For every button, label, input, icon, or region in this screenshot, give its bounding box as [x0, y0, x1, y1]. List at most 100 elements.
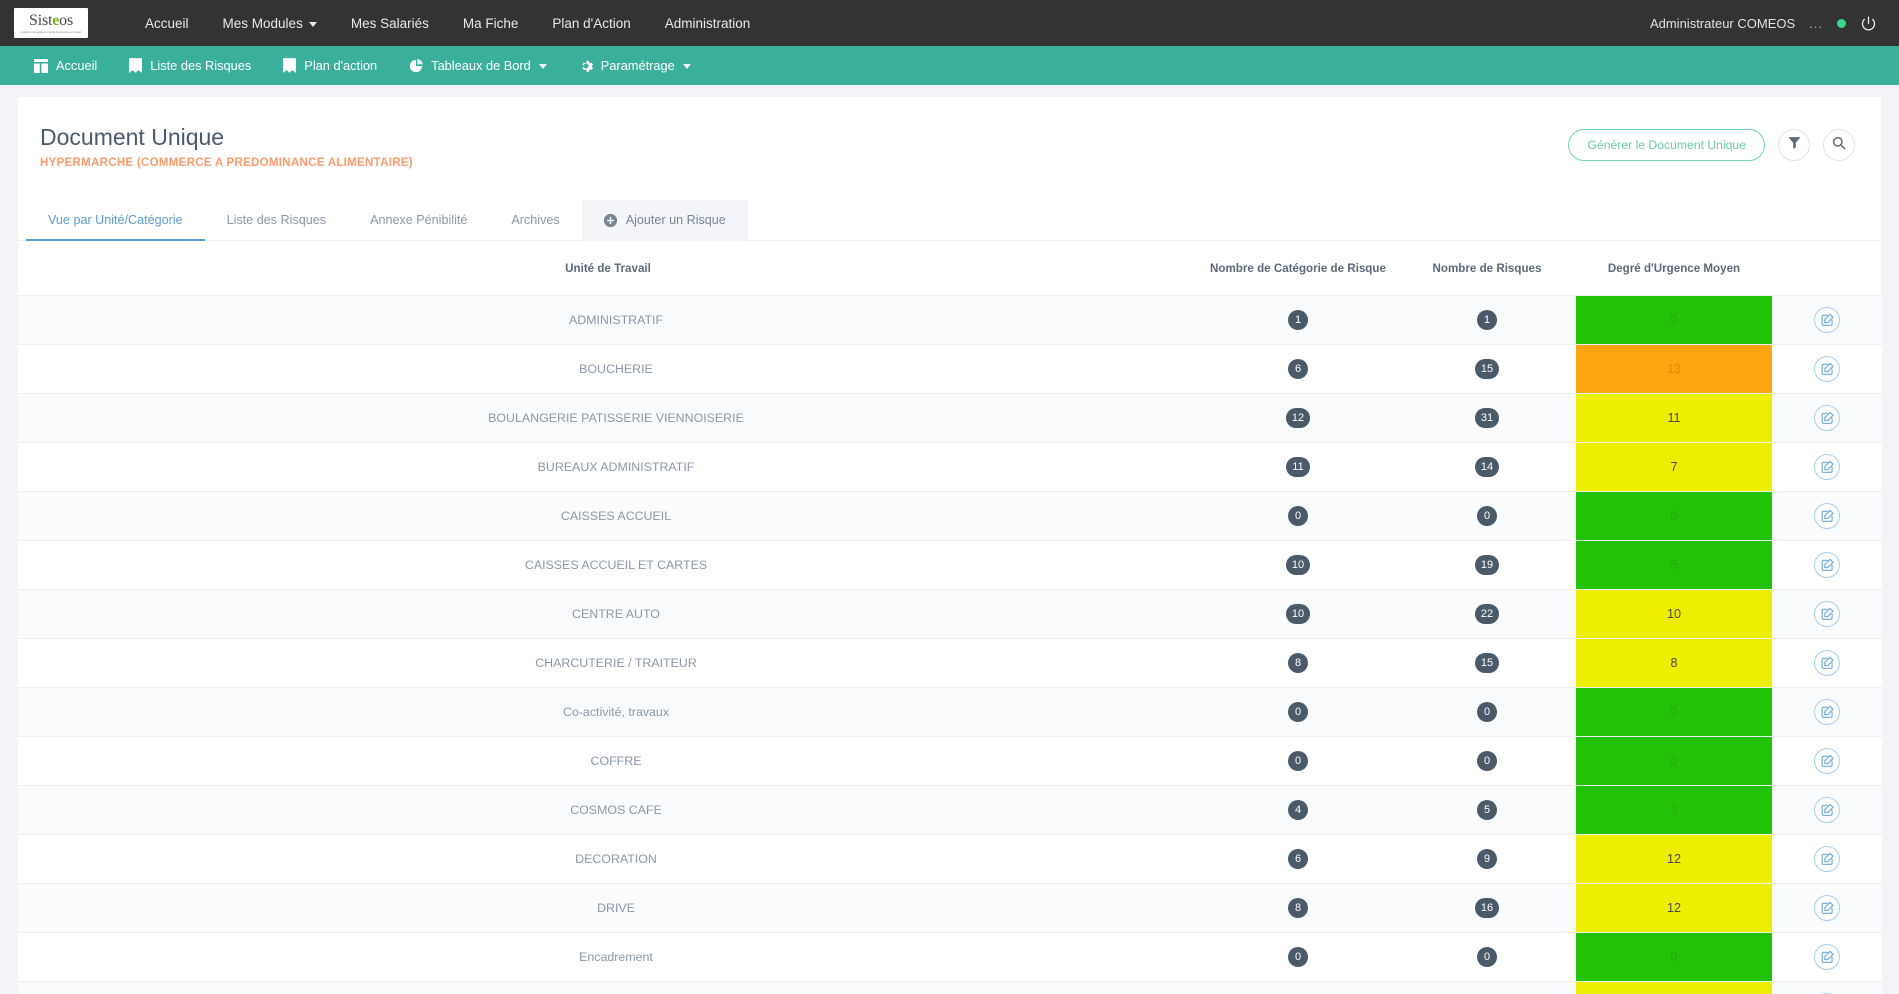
top-bar: Sisteos solution management sante & secu… [0, 0, 1899, 46]
search-button[interactable] [1823, 129, 1855, 161]
cell-actions [1772, 295, 1882, 345]
edit-square-icon[interactable] [1814, 404, 1840, 431]
home-grid-icon [34, 58, 48, 73]
nav-item-accueil[interactable]: Accueil [128, 10, 206, 37]
category-count-badge: 0 [1288, 947, 1308, 967]
risk-count-badge: 16 [1474, 898, 1500, 918]
table-row[interactable]: BOULANGERIE PATISSERIE VIENNOISERIE 12 31 1… [18, 393, 1882, 443]
table-row[interactable]: COFFRE 0 0 0 [18, 736, 1882, 786]
tab-ajouter-un-risque[interactable]: Ajouter un Risque [581, 199, 748, 241]
cell-unit-name: ADMINISTRATIF [18, 295, 1198, 345]
nav-item-mes-salaries[interactable]: Mes Salariés [334, 10, 446, 37]
table-row[interactable]: DECORATION 6 9 12 [18, 834, 1882, 884]
book-icon [283, 58, 297, 73]
column-header-unit: Unité de Travail [18, 240, 1198, 296]
cell-degree: 12 [1576, 834, 1772, 884]
cell-category-count: 1 [1198, 295, 1398, 345]
generate-document-button[interactable]: Générer le Document Unique [1568, 129, 1765, 161]
category-count-badge: 0 [1288, 506, 1308, 526]
degree-value: 0 [1576, 736, 1772, 785]
degree-value: 0 [1576, 295, 1772, 344]
cell-degree: 12 [1576, 981, 1772, 994]
category-count-badge: 8 [1288, 898, 1308, 918]
cell-degree: 10 [1576, 589, 1772, 639]
table-row[interactable]: ADMINISTRATIF 1 1 0 [18, 295, 1882, 345]
table-row[interactable]: DRIVE 8 16 12 [18, 883, 1882, 933]
subnav-item-parametrage[interactable]: Paramétrage [563, 52, 707, 79]
nav-item-plan-daction[interactable]: Plan d'Action [535, 10, 647, 37]
page-actions: Générer le Document Unique [1568, 123, 1855, 161]
cell-risk-count: 0 [1398, 932, 1576, 982]
tab-archives[interactable]: Archives [489, 200, 581, 241]
tab-annexe-penibilite[interactable]: Annexe Pénibilité [348, 200, 489, 241]
edit-square-icon[interactable] [1814, 600, 1840, 627]
edit-square-icon[interactable] [1814, 943, 1840, 970]
table-row[interactable]: Co-activité, travaux 0 0 0 [18, 687, 1882, 737]
nav-item-mes-modules[interactable]: Mes Modules [206, 10, 334, 37]
table-row[interactable]: Encadrement 0 0 0 [18, 932, 1882, 982]
app-logo[interactable]: Sisteos solution management sante & secu… [14, 8, 88, 38]
cell-category-count: 12 [1198, 393, 1398, 443]
cell-actions [1772, 785, 1882, 835]
table-row[interactable]: CAISSES ACCUEIL ET CARTES 10 19 5 [18, 540, 1882, 590]
edit-square-icon[interactable] [1814, 551, 1840, 578]
cell-category-count: 6 [1198, 344, 1398, 394]
cell-actions [1772, 736, 1882, 786]
subnav-item-accueil[interactable]: Accueil [18, 52, 113, 79]
edit-square-icon[interactable] [1814, 649, 1840, 676]
subnav-item-liste-des-risques[interactable]: Liste des Risques [113, 52, 267, 79]
logo-tagline: solution management sante & securite au … [20, 30, 82, 34]
tab-vue-par-unite-categorie[interactable]: Vue par Unité/Catégorie [26, 200, 205, 241]
nav-item-administration[interactable]: Administration [648, 10, 768, 37]
cell-unit-name: CAISSES ACCUEIL [18, 491, 1198, 541]
table-row[interactable]: BOUCHERIE 6 15 13 [18, 344, 1882, 394]
nav-label: Ma Fiche [462, 15, 519, 31]
cell-risk-count: 15 [1398, 344, 1576, 394]
edit-square-icon[interactable] [1814, 306, 1840, 333]
cell-category-count: 10 [1198, 540, 1398, 590]
primary-nav: Accueil Mes Modules Mes Salariés Ma Fich… [128, 10, 767, 37]
cell-degree: 0 [1576, 491, 1772, 541]
cell-category-count: 10 [1198, 589, 1398, 639]
nav-item-ma-fiche[interactable]: Ma Fiche [446, 10, 536, 37]
tab-liste-des-risques[interactable]: Liste des Risques [205, 200, 348, 241]
page-title: Document Unique [40, 124, 225, 150]
edit-square-icon[interactable] [1814, 502, 1840, 529]
edit-square-icon[interactable] [1814, 894, 1840, 921]
category-count-badge: 0 [1288, 702, 1308, 722]
edit-square-icon[interactable] [1814, 845, 1840, 872]
degree-value: 0 [1576, 687, 1772, 736]
table-row[interactable]: BUREAUX ADMINISTRATIF 11 14 7 [18, 442, 1882, 492]
edit-square-icon[interactable] [1814, 796, 1840, 823]
table-row[interactable]: CAISSES ACCUEIL 0 0 0 [18, 491, 1882, 541]
table-row[interactable]: FROMAGE COUPE51012 [18, 981, 1882, 994]
secondary-nav: Accueil Liste des Risques Plan d'action … [0, 46, 1899, 85]
online-status-indicator [1837, 18, 1846, 28]
cell-actions [1772, 932, 1882, 982]
cell-category-count: 5 [1198, 981, 1398, 994]
table-row[interactable]: CENTRE AUTO 10 22 10 [18, 589, 1882, 639]
subnav-item-tableaux-de-bord[interactable]: Tableaux de Bord [393, 52, 563, 79]
edit-square-icon[interactable] [1814, 747, 1840, 774]
degree-value: 12 [1576, 981, 1772, 994]
subnav-item-plan-daction[interactable]: Plan d'action [267, 52, 393, 79]
cell-category-count: 0 [1198, 491, 1398, 541]
cell-unit-name: CENTRE AUTO [18, 589, 1198, 639]
cell-risk-count: 0 [1398, 491, 1576, 541]
filter-button[interactable] [1778, 129, 1810, 161]
category-count-badge: 8 [1288, 653, 1308, 673]
cell-unit-name: Co-activité, travaux [18, 687, 1198, 737]
cell-degree: 11 [1576, 393, 1772, 443]
table-row[interactable]: CHARCUTERIE / TRAITEUR 8 15 8 [18, 638, 1882, 688]
cell-risk-count: 1 [1398, 295, 1576, 345]
power-icon[interactable] [1860, 15, 1877, 32]
edit-square-icon[interactable] [1814, 355, 1840, 382]
degree-value: 10 [1576, 589, 1772, 638]
pie-chart-icon [409, 58, 423, 73]
table-body: ADMINISTRATIF 1 1 0 BOUCHERIE 6 15 13 BOULANGERI… [18, 295, 1882, 994]
table-row[interactable]: COSMOS CAFE 4 5 3 [18, 785, 1882, 835]
edit-square-icon[interactable] [1814, 453, 1840, 480]
cell-actions [1772, 442, 1882, 492]
edit-square-icon[interactable] [1814, 698, 1840, 725]
user-menu-ellipsis[interactable]: ... [1809, 16, 1823, 31]
